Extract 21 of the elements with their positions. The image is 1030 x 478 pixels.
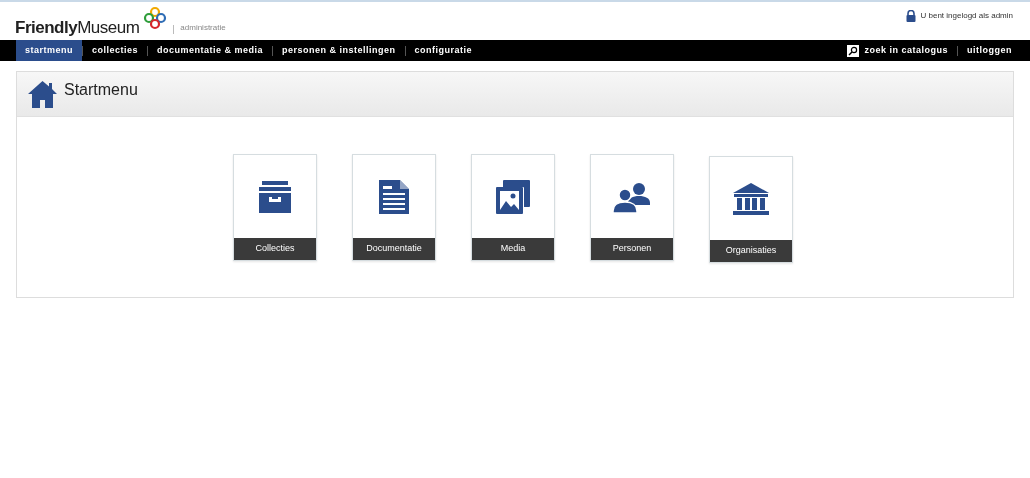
menu-tile[interactable]: Personen — [590, 154, 674, 261]
menu-tile[interactable]: Organisaties — [709, 156, 793, 263]
images-icon — [495, 178, 531, 215]
catalog-search-link[interactable]: zoek in catalogus — [864, 43, 948, 58]
people-icon — [612, 180, 652, 213]
menu-tile[interactable]: Media — [471, 154, 555, 261]
panel-title: Startmenu — [64, 80, 138, 100]
search-icon[interactable] — [847, 44, 860, 57]
logo-subtitle: administratie — [180, 22, 226, 34]
document-icon — [378, 178, 410, 215]
logo-text: FriendlyMuseum — [15, 19, 140, 36]
nav-tab[interactable]: startmenu — [16, 40, 82, 61]
login-status: U bent ingelogd als admin — [920, 10, 1013, 22]
lock-icon — [906, 10, 917, 22]
archive-box-icon — [257, 178, 293, 215]
building-icon — [731, 181, 771, 216]
menu-tile[interactable]: Collecties — [233, 154, 317, 261]
logo-icon — [143, 6, 168, 30]
menu-tile[interactable]: Documentatie — [352, 154, 436, 261]
logout-link[interactable]: uitloggen — [967, 43, 1012, 58]
house-icon — [27, 80, 58, 108]
